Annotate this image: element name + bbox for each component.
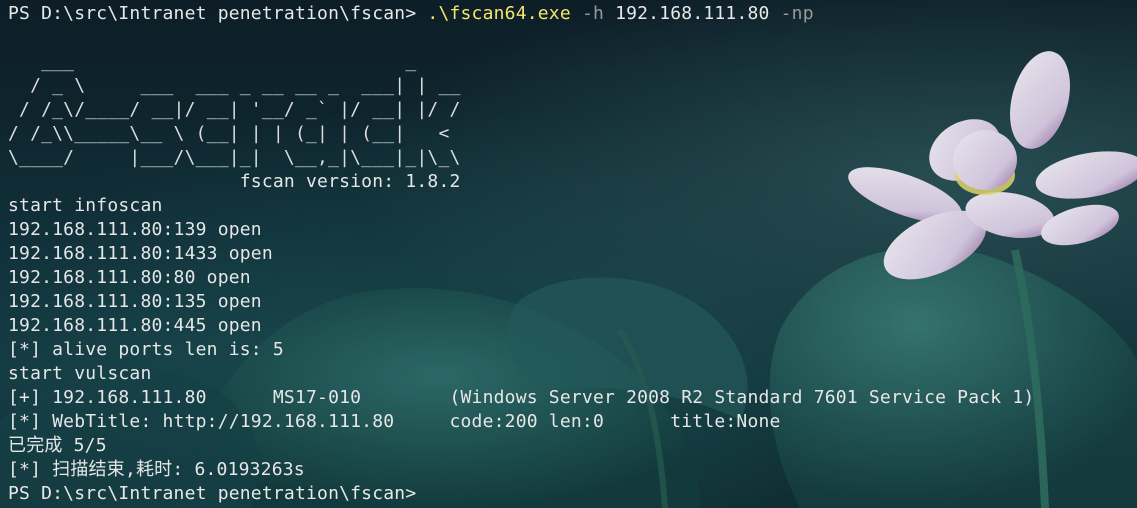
flag-no-ping: -np [780,3,814,24]
target-ip: 192.168.111.80 [615,3,770,24]
output-line: 192.168.111.80:139 open [8,219,262,240]
version-line: fscan version: 1.8.2 [8,171,461,192]
output-line: start vulscan [8,363,152,384]
output-line: [*] WebTitle: http://192.168.111.80 code… [8,411,781,432]
banner-line: \____/ |___/\___|_| \__,_|\___|_|\_\ [8,147,494,168]
flag-host: -h [581,3,605,24]
output-line: 192.168.111.80:1433 open [8,243,273,264]
command-executable: .\fscan64.exe [427,3,571,24]
output-line: [*] 扫描结束,耗时: 6.0193263s [8,459,305,480]
output-line: 192.168.111.80:80 open [8,267,251,288]
banner-line: / /_\/____/ __|/ __| '__/ _` |/ __| |/ / [8,99,461,120]
output-line: 192.168.111.80:445 open [8,315,262,336]
command-line: PS D:\src\Intranet penetration\fscan> .\… [8,2,1133,26]
output-line: start infoscan [8,195,163,216]
shell-prompt: PS D:\src\Intranet penetration\fscan> [8,3,428,24]
shell-prompt[interactable]: PS D:\src\Intranet penetration\fscan> [8,482,1133,506]
output-line: [*] alive ports len is: 5 [8,339,284,360]
terminal-output[interactable]: PS D:\src\Intranet penetration\fscan> .\… [8,2,1133,506]
output-line: 192.168.111.80:135 open [8,291,262,312]
output-line: 已完成 5/5 [8,435,107,456]
banner-line: / /_\\_____\__ \ (__| | | (_| | (__| < [8,123,494,144]
banner-line: / _ \ ___ ___ _ __ __ _ ___| | __ [8,75,472,96]
output-line: [+] 192.168.111.80 MS17-010 (Windows Ser… [8,387,1035,408]
terminal-window[interactable]: PS D:\src\Intranet penetration\fscan> .\… [0,0,1137,508]
banner-line: ___ _ [8,51,461,72]
